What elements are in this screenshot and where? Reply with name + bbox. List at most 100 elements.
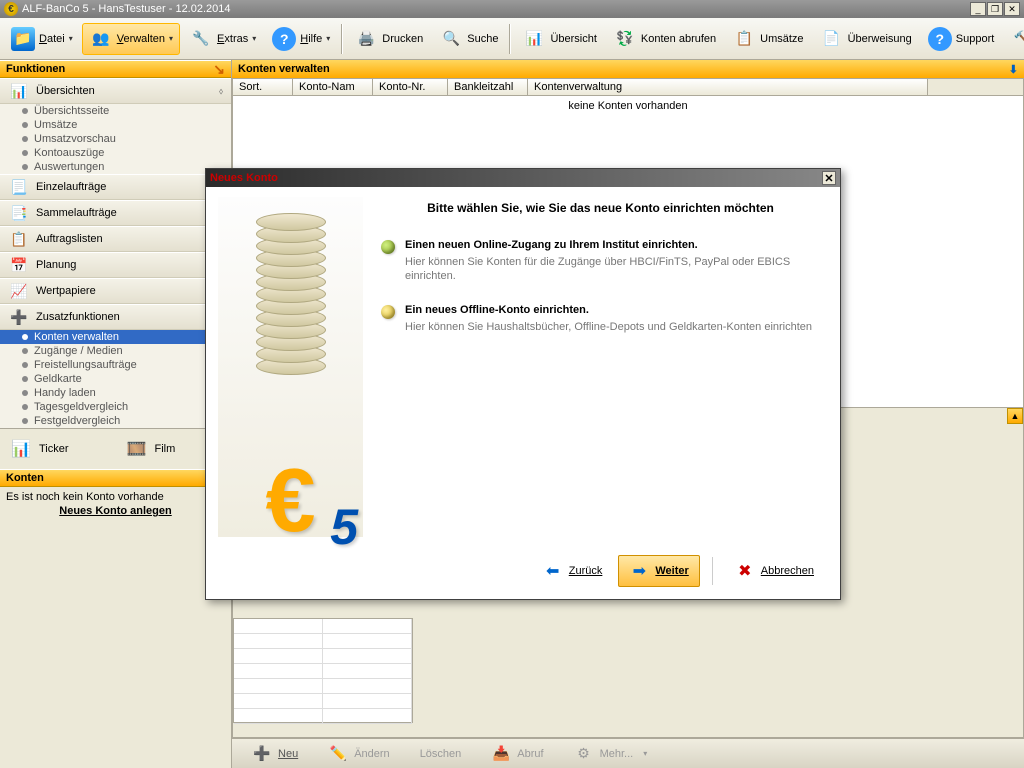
dialog-title: Neues Konto <box>210 172 278 184</box>
bullet-icon <box>22 376 28 382</box>
neues-konto-link[interactable]: Neues Konto anlegen <box>6 505 225 517</box>
option-offline-title[interactable]: Ein neues Offline-Konto einrichten. <box>405 304 820 316</box>
neues-konto-dialog: Neues Konto ✕ €5 Bitte wählen Sie, wie S… <box>205 168 841 600</box>
nav-item[interactable]: Tagesgeldvergleich <box>0 400 231 414</box>
window-titlebar: € ALF-BanCo 5 - HansTestuser - 12.02.201… <box>0 0 1024 18</box>
suche-button[interactable]: 🔍 Suche <box>432 23 505 55</box>
loeschen-button[interactable]: Löschen <box>420 748 462 760</box>
nav-planung[interactable]: 📅 Planung <box>0 252 231 278</box>
bullet-icon <box>22 404 28 410</box>
maximize-button[interactable]: ❐ <box>987 2 1003 16</box>
dialog-sidebar-image: €5 <box>218 197 363 537</box>
nav-item[interactable]: Auswertungen <box>0 160 231 174</box>
option-online[interactable]: Einen neuen Online-Zugang zu Ihrem Insti… <box>381 239 820 284</box>
weiter-button[interactable]: ➡ Weiter <box>618 555 699 587</box>
add-icon: ➕ <box>252 744 272 764</box>
app-icon: € <box>4 2 18 16</box>
nav-zusatz[interactable]: ➕ Zusatzfunktionen <box>0 304 231 330</box>
umsaetze-button[interactable]: 📋 Umsätze <box>725 23 810 55</box>
datei-menu[interactable]: 📁 Datei▾ <box>4 23 80 55</box>
calendar-icon: 📅 <box>8 256 30 274</box>
wrench-icon: 🔧 <box>189 27 213 51</box>
column-header[interactable]: Kontenverwaltung <box>528 79 928 95</box>
support-button[interactable]: ? Support <box>921 23 1002 55</box>
nav-item[interactable]: Umsatzvorschau <box>0 132 231 146</box>
konten-empty-text: Es ist noch kein Konto vorhande <box>6 491 225 503</box>
close-button[interactable]: ✕ <box>1004 2 1020 16</box>
cancel-icon: ✖ <box>735 561 755 581</box>
extras-menu[interactable]: 🔧 Extras▾ <box>182 23 263 55</box>
nav-einzelauftraege[interactable]: 📃 Einzelaufträge <box>0 174 231 200</box>
column-header[interactable]: Konto-Nr. <box>373 79 448 95</box>
bullet-icon <box>22 334 28 340</box>
window-title: ALF-BanCo 5 - HansTestuser - 12.02.2014 <box>22 3 231 15</box>
scroll-up-button[interactable]: ▲ <box>1007 408 1023 424</box>
column-header[interactable]: Konto-Nam <box>293 79 373 95</box>
bullet-icon <box>22 418 28 424</box>
ticker-button[interactable]: 📊 Ticker <box>0 429 116 469</box>
list-icon: 📋 <box>732 27 756 51</box>
konten-header[interactable]: Konten <box>0 469 231 487</box>
bullet-yellow-icon <box>381 305 395 319</box>
nav-uebersichten[interactable]: 📊 Übersichten ⬨ <box>0 78 231 104</box>
dialog-close-button[interactable]: ✕ <box>822 171 836 185</box>
drucken-button[interactable]: 🖨️ Drucken <box>347 23 430 55</box>
verwalten-menu[interactable]: 👥 Verwalten▾ <box>82 23 180 55</box>
abbrechen-button[interactable]: ✖ Abbrechen <box>725 556 824 586</box>
main-toolbar: 📁 Datei▾ 👥 Verwalten▾ 🔧 Extras▾ ? Hilfe▾… <box>0 18 1024 60</box>
nav-auftragslisten[interactable]: 📋 Auftragslisten <box>0 226 231 252</box>
option-online-desc: Hier können Sie Konten für die Zugänge ü… <box>405 255 820 284</box>
nav-sammelauftraege[interactable]: 📑 Sammelaufträge <box>0 200 231 226</box>
dialog-heading: Bitte wählen Sie, wie Sie das neue Konto… <box>381 201 820 215</box>
content-header: Konten verwalten ⬇ <box>232 60 1024 78</box>
folder-icon: 📁 <box>11 27 35 51</box>
arrow-right-icon: ➡ <box>629 561 649 581</box>
option-online-title[interactable]: Einen neuen Online-Zugang zu Ihrem Insti… <box>405 239 820 251</box>
dialog-titlebar: Neues Konto ✕ <box>206 169 840 187</box>
bullet-icon <box>22 362 28 368</box>
option-offline[interactable]: Ein neues Offline-Konto einrichten. Hier… <box>381 304 820 334</box>
bullet-green-icon <box>381 240 395 254</box>
nav-item[interactable]: Kontoauszüge <box>0 146 231 160</box>
nav-item[interactable]: Handy laden <box>0 386 231 400</box>
mehr-button[interactable]: ⚙ Mehr...▾ <box>574 744 648 764</box>
forms-icon: 📑 <box>8 204 30 222</box>
hilfe-menu[interactable]: ? Hilfe▾ <box>265 23 337 55</box>
bullet-icon <box>22 164 28 170</box>
bullet-icon <box>22 348 28 354</box>
euro-logo-icon: €5 <box>218 465 363 537</box>
expand-icon[interactable]: ⬇ <box>1009 63 1018 76</box>
ueberweisung-button[interactable]: 📄 Überweisung <box>813 23 919 55</box>
neu-button[interactable]: ➕ Neu <box>252 744 298 764</box>
zurueck-button[interactable]: ⬅ Zurück <box>533 556 613 586</box>
form-icon: 📃 <box>8 178 30 196</box>
ticker-icon: 📊 <box>7 438 35 460</box>
funktionen-header[interactable]: Funktionen ↘ <box>0 60 231 78</box>
nav-item[interactable]: Übersichtsseite <box>0 104 231 118</box>
chevron-down-icon: ⬨ <box>219 86 223 97</box>
chart-icon: 📊 <box>522 27 546 51</box>
nav-item[interactable]: Zugänge / Medien <box>0 344 231 358</box>
minimize-button[interactable]: _ <box>970 2 986 16</box>
nav-item[interactable]: Umsätze <box>0 118 231 132</box>
nav-wertpapiere[interactable]: 📈 Wertpapiere <box>0 278 231 304</box>
bullet-icon <box>22 122 28 128</box>
column-header[interactable]: Bankleitzahl <box>448 79 528 95</box>
nav-item[interactable]: Freistellungsaufträge <box>0 358 231 372</box>
uebersicht-button[interactable]: 📊 Übersicht <box>515 23 603 55</box>
aendern-button[interactable]: ✏️ Ändern <box>328 744 389 764</box>
bottom-toolbar: ➕ Neu ✏️ Ändern Löschen 📥 Abruf ⚙ Mehr..… <box>232 738 1024 768</box>
abruf-button[interactable]: 📥 Abruf <box>491 744 543 764</box>
nav-item[interactable]: Konten verwalten <box>0 330 231 344</box>
nav-item[interactable]: Festgeldvergleich <box>0 414 231 428</box>
konten-abrufen-button[interactable]: 💱 Konten abrufen <box>606 23 723 55</box>
nav-item[interactable]: Geldkarte <box>0 372 231 386</box>
stocks-icon: 📈 <box>8 282 30 300</box>
anpassen-button[interactable]: 🔨 Anp <box>1003 23 1024 55</box>
bullet-icon <box>22 150 28 156</box>
column-header[interactable]: Sort. <box>233 79 293 95</box>
bars-icon: 📊 <box>8 82 30 100</box>
sidebar: Funktionen ↘ 📊 Übersichten ⬨ Übersichtss… <box>0 60 232 768</box>
table-empty-message: keine Konten vorhanden <box>233 96 1023 116</box>
bullet-icon <box>22 390 28 396</box>
